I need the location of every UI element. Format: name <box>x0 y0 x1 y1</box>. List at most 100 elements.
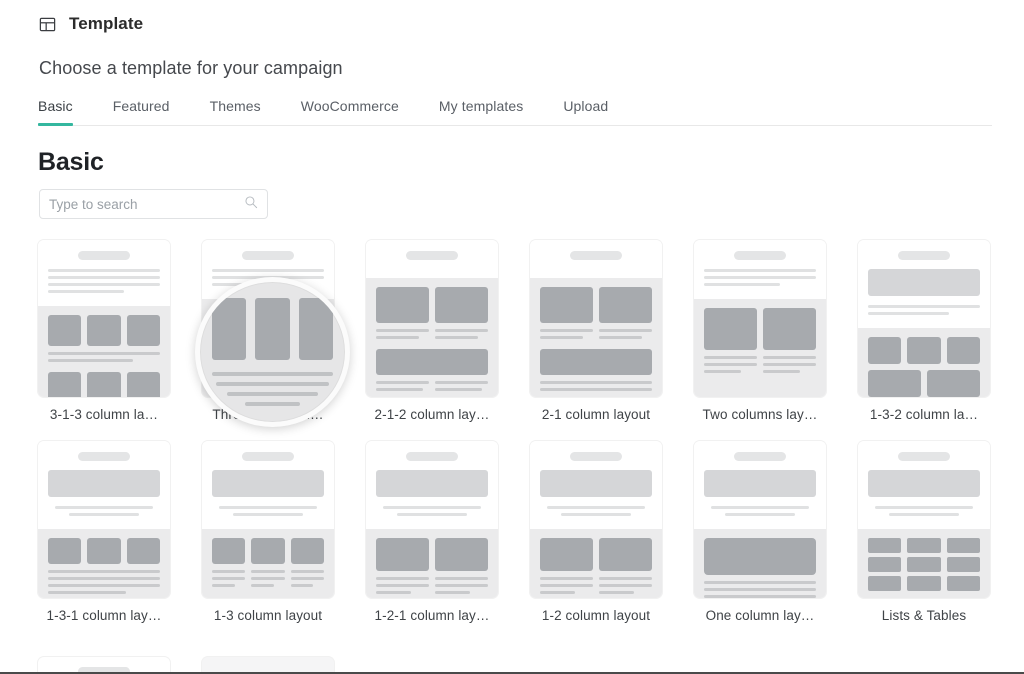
tab-themes[interactable]: Themes <box>210 98 261 125</box>
text-line <box>763 356 816 359</box>
tab-basic[interactable]: Basic <box>38 98 73 126</box>
template-label: 3-1-3 column la… <box>49 407 159 422</box>
tab-woocommerce[interactable]: WooCommerce <box>301 98 399 125</box>
text-line <box>48 269 160 272</box>
text-line <box>212 360 324 363</box>
tab-my-templates[interactable]: My templates <box>439 98 523 125</box>
block-row <box>212 570 324 591</box>
text-line <box>382 506 482 509</box>
text-line <box>763 363 816 366</box>
template-thumbnail[interactable] <box>202 441 334 598</box>
image-block <box>251 538 285 564</box>
template-card[interactable]: Lists & Tables <box>858 441 990 623</box>
text-line <box>376 577 429 580</box>
text-line <box>251 570 285 573</box>
text-line <box>710 506 810 509</box>
hero-block <box>376 470 488 497</box>
block-row <box>376 381 488 395</box>
text-line <box>212 283 293 286</box>
image-block <box>435 287 488 323</box>
search-input[interactable] <box>49 196 244 212</box>
search-icon[interactable] <box>244 195 258 214</box>
thumb-header <box>202 240 334 299</box>
template-thumbnail[interactable] <box>694 441 826 598</box>
thumb-header <box>694 441 826 529</box>
text-line <box>376 381 429 384</box>
template-card[interactable]: 3-1-3 column la… <box>38 240 170 422</box>
template-thumbnail[interactable] <box>694 240 826 397</box>
text-line <box>540 336 584 339</box>
image-block <box>290 308 324 354</box>
image-block <box>290 538 324 564</box>
image-block <box>435 538 488 571</box>
tab-featured[interactable]: Featured <box>113 98 170 125</box>
template-label: 1-2-1 column lay… <box>374 608 490 623</box>
template-label: 1-3 column layout <box>213 608 323 623</box>
thumb-body <box>38 306 170 397</box>
table-cell <box>907 576 941 591</box>
template-card[interactable]: 1-3-2 column la… <box>858 240 990 422</box>
block-row <box>376 577 488 598</box>
text-line <box>251 584 274 587</box>
template-thumbnail[interactable] <box>38 441 170 598</box>
block-row <box>48 372 160 397</box>
template-card[interactable]: 1-2-1 column lay… <box>366 441 498 623</box>
block-row <box>376 538 488 571</box>
template-label: One column lay… <box>705 608 815 623</box>
text-line <box>290 577 324 580</box>
tab-upload[interactable]: Upload <box>563 98 608 125</box>
text-line <box>704 356 757 359</box>
thumb-header <box>858 441 990 529</box>
text-line <box>704 363 757 366</box>
template-label: Lists & Tables <box>881 608 967 623</box>
table-cell <box>868 576 902 591</box>
template-label: Two columns lay… <box>702 407 818 422</box>
text-line <box>540 329 593 332</box>
text-line <box>874 506 974 509</box>
logo-placeholder <box>78 251 130 260</box>
text-line <box>599 329 652 332</box>
template-thumbnail[interactable] <box>530 441 662 598</box>
text-line <box>212 269 324 272</box>
text-line <box>48 570 160 573</box>
template-thumbnail[interactable] <box>858 441 990 598</box>
thumb-body <box>366 529 498 598</box>
template-label: 2-1-2 column lay… <box>374 407 490 422</box>
text-line <box>218 506 318 509</box>
template-card[interactable]: One column lay… <box>694 441 826 623</box>
template-card[interactable]: 2-1-2 column lay… <box>366 240 498 422</box>
template-card[interactable]: 1-3 column layout <box>202 441 334 623</box>
page-header: Template <box>38 14 143 34</box>
hero-block <box>48 470 160 497</box>
table-cell <box>946 557 980 572</box>
template-thumbnail[interactable] <box>858 240 990 397</box>
search-box[interactable] <box>39 189 268 219</box>
block-row <box>704 356 816 377</box>
template-card[interactable]: Two columns lay… <box>694 240 826 422</box>
template-thumbnail[interactable] <box>530 240 662 397</box>
template-thumbnail[interactable] <box>366 240 498 397</box>
logo-placeholder <box>898 452 950 461</box>
template-thumbnail[interactable] <box>38 240 170 397</box>
template-thumbnail[interactable] <box>366 441 498 598</box>
block-row <box>212 308 324 354</box>
template-card[interactable]: 1-3-1 column lay… <box>38 441 170 623</box>
text-line <box>868 305 980 308</box>
template-grid: 3-1-3 column la… Three columns l… 2-1-2 … <box>38 240 994 623</box>
template-card[interactable]: 1-2 column layout <box>530 441 662 623</box>
block-row <box>704 308 816 350</box>
block-row <box>48 315 160 346</box>
thumb-body <box>530 278 662 397</box>
template-thumbnail[interactable] <box>202 240 334 397</box>
image-block <box>763 308 816 350</box>
table-cell <box>907 557 941 572</box>
text-line <box>435 591 470 594</box>
image-block <box>540 287 593 323</box>
template-label: Three columns l… <box>212 407 324 422</box>
template-card[interactable]: Three columns l… <box>202 240 334 422</box>
template-card[interactable]: 2-1 column layout <box>530 240 662 422</box>
table-cell <box>946 538 980 553</box>
thumb-header <box>530 240 662 278</box>
page-subtitle: Choose a template for your campaign <box>39 58 343 78</box>
text-line <box>48 283 160 286</box>
